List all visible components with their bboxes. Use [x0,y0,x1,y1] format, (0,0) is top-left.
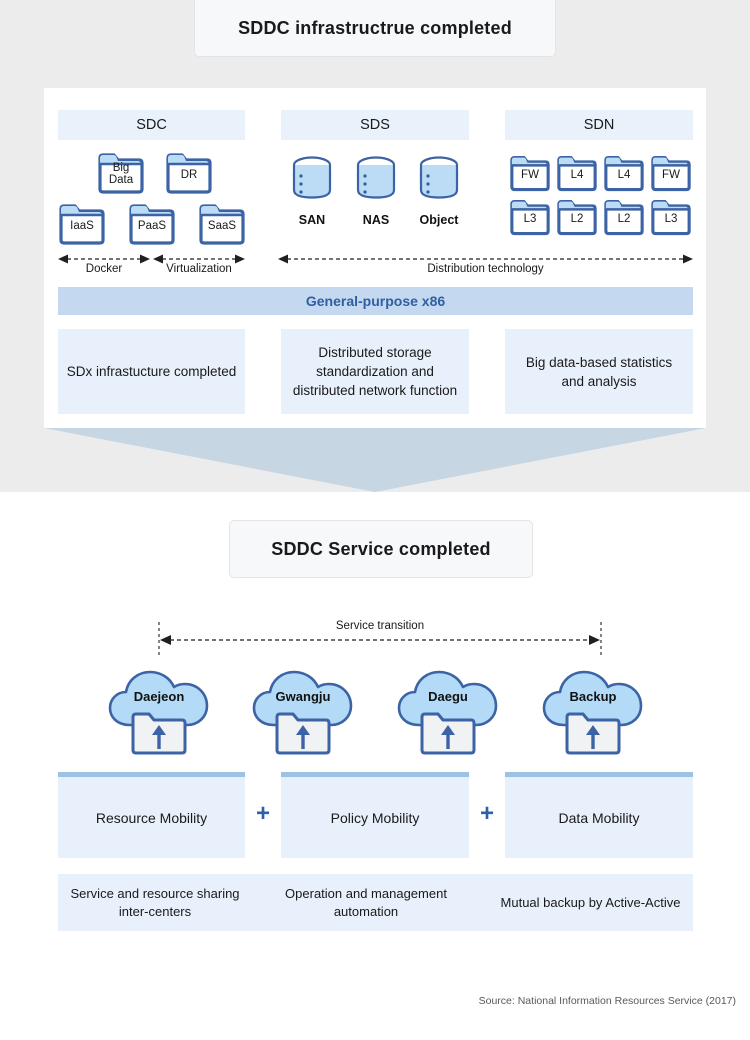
mobility-box-policy: Policy Mobility [281,772,469,858]
mobility-box-data: Data Mobility [505,772,693,858]
folder-icon-fw-1: FW [508,155,552,193]
storage-icon-nas: NAS [350,152,402,227]
folder-icon-l2-2: L2 [602,199,646,237]
benefits-band: Service and resource sharing inter-cente… [58,874,693,931]
cloud-node-daegu: Daegu [392,663,504,755]
cloud-node-backup: Backup [537,663,649,755]
storage-label: SAN [298,213,326,227]
benefit-operation-automation: Operation and management automation [285,885,447,919]
page-title-top: SDDC infrastructrue completed [194,0,556,57]
column-header-sdn: SDN [505,110,693,140]
benefit-mutual-backup: Mutual backup by Active-Active [500,894,681,910]
folder-icon-l4-2: L4 [602,155,646,193]
storage-label: NAS [362,213,390,227]
database-cylinder-icon [292,156,332,199]
upload-folder-icon [275,712,331,755]
database-cylinder-icon [419,156,459,199]
column-header-sds: SDS [281,110,469,140]
cloud-node-daejeon: Daejeon [103,663,215,755]
cloud-label: Daejeon [133,689,185,704]
outcome-box-sdx: SDx infrastucture completed [58,329,245,414]
folder-icon-saas: SaaS [197,203,247,247]
folder-icon-iaas: IaaS [57,203,107,247]
mobility-box-resource: Resource Mobility [58,772,245,858]
page-title-bottom: SDDC Service completed [229,520,533,578]
plus-symbol-1: + [255,800,270,827]
column-header-sdc: SDC [58,110,245,140]
outcome-box-big-data: Big data-based statistics and analysis [505,329,693,414]
upload-folder-icon [420,712,476,755]
upload-folder-icon [131,712,187,755]
cloud-label: Gwangju [275,689,331,704]
storage-icon-san: SAN [286,152,338,227]
folder-icon-l2-1: L2 [555,199,599,237]
cloud-node-gwangju: Gwangju [247,663,359,755]
measure-label: Distribution technology [427,263,544,275]
source-attribution: Source: National Information Resources S… [478,995,736,1007]
benefit-service-resource-sharing: Service and resource sharing inter-cente… [70,885,240,919]
cloud-label: Daegu [428,689,468,704]
folder-icon-l4-1: L4 [555,155,599,193]
measure-label: Virtualization [166,263,232,275]
measure-service-transition: Service transition [158,620,602,656]
folder-icon-l3-1: L3 [508,199,552,237]
folder-icon-big-data: Big Data [96,152,146,196]
folder-icon-dr: DR [164,152,214,196]
storage-label: Object [419,213,459,227]
platform-bar-general-purpose-x86: General-purpose x86 [58,287,693,315]
storage-icon-object: Object [413,152,465,227]
upload-folder-icon [565,712,621,755]
database-cylinder-icon [356,156,396,199]
cloud-label: Backup [569,689,617,704]
folder-icon-l3-2: L3 [649,199,693,237]
plus-symbol-2: + [479,800,494,827]
folder-icon-paas: PaaS [127,203,177,247]
downward-flow-arrow [44,428,706,492]
measure-label: Docker [85,263,123,275]
outcome-box-distributed-storage: Distributed storage standardization and … [281,329,469,414]
folder-icon-fw-2: FW [649,155,693,193]
